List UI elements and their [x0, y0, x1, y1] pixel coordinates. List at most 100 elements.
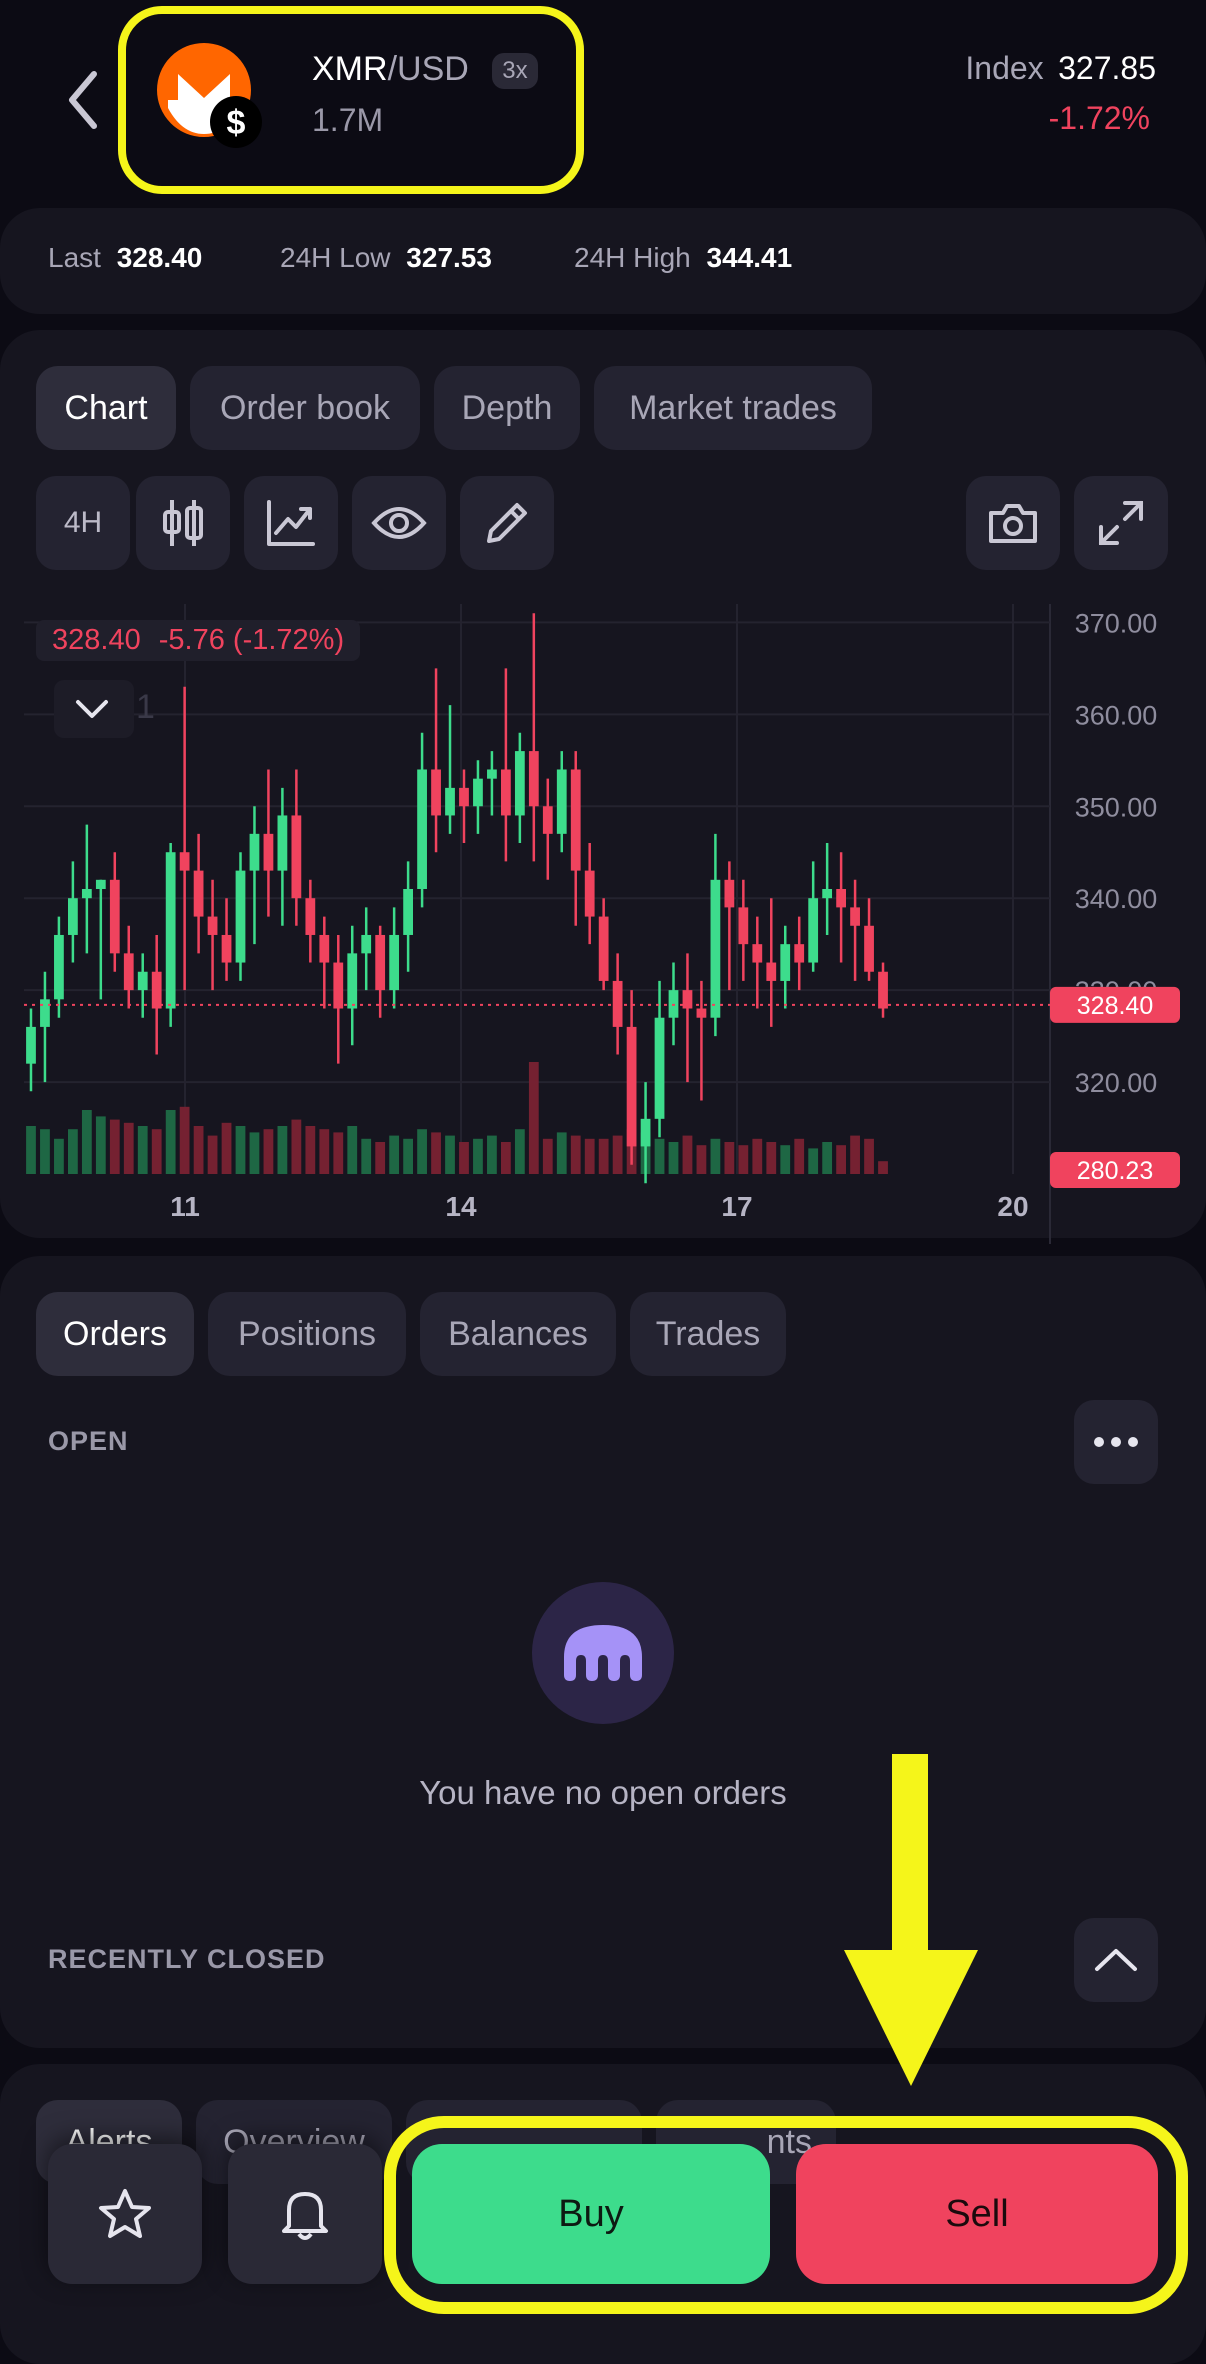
tab-balances[interactable]: Balances — [420, 1292, 616, 1376]
visibility-button[interactable] — [352, 476, 446, 570]
tab-chart[interactable]: Chart — [36, 366, 176, 450]
candle-body — [291, 815, 302, 899]
draw-button[interactable] — [460, 476, 554, 570]
pair-highlight-box — [118, 6, 584, 194]
candle-body — [151, 971, 162, 1009]
tab-depth[interactable]: Depth — [434, 366, 580, 450]
candle-body — [221, 934, 232, 963]
recently-closed-heading: RECENTLY CLOSED — [48, 1944, 326, 1974]
volume-bar — [682, 1135, 693, 1174]
volume-bar — [500, 1142, 511, 1174]
candle-body — [487, 769, 497, 779]
volume-bar — [249, 1132, 260, 1174]
chevron-left-icon — [69, 71, 97, 129]
volume-bar — [822, 1142, 833, 1174]
candle-body — [123, 953, 134, 991]
volume-bar — [556, 1132, 567, 1174]
index-value: 327.85 — [1058, 50, 1156, 86]
tab-order-book[interactable]: Order book — [190, 366, 420, 450]
fullscreen-button[interactable] — [1074, 476, 1168, 570]
price-chart[interactable]: 370.00360.00350.00340.00330.00320.001114… — [0, 604, 1206, 1244]
candle-body — [249, 833, 260, 871]
more-options-button[interactable] — [1074, 1400, 1158, 1484]
trade-buttons-highlight-box — [384, 2116, 1188, 2314]
candle-body — [305, 898, 316, 935]
candle-body — [109, 879, 120, 954]
candle-body — [654, 1017, 665, 1119]
volume-bar — [389, 1135, 400, 1174]
back-button[interactable] — [52, 60, 112, 140]
candle-body — [40, 999, 50, 1027]
volume-bar — [263, 1129, 274, 1174]
candle-body — [864, 925, 874, 972]
candle-body — [193, 870, 204, 917]
volume-bar — [836, 1145, 847, 1174]
volume-bar — [207, 1135, 218, 1174]
tab-trades[interactable]: Trades — [630, 1292, 786, 1376]
volume-bar — [794, 1138, 805, 1174]
low-value: 327.53 — [406, 242, 492, 273]
y-tick-label: 340.00 — [1075, 884, 1158, 914]
screenshot-button[interactable] — [966, 476, 1060, 570]
volume-bar — [165, 1110, 176, 1174]
volume-bar — [123, 1122, 134, 1174]
volume-bar — [235, 1126, 246, 1174]
legend-toggle[interactable]: 1 — [54, 680, 155, 738]
chevron-down-icon — [76, 700, 108, 718]
volume-bar — [361, 1138, 372, 1174]
chart-legend: 328.40 -5.76 (-1.72%) — [36, 620, 361, 661]
candle-body — [375, 934, 386, 991]
volume-bar — [347, 1126, 358, 1174]
candle-body — [584, 870, 595, 917]
y-tick-label: 320.00 — [1075, 1068, 1158, 1098]
candle-body — [26, 1026, 36, 1064]
candle-body — [528, 751, 539, 807]
favorite-button[interactable] — [48, 2144, 202, 2284]
volume-bar — [291, 1119, 302, 1174]
x-tick-label: 20 — [997, 1191, 1028, 1222]
tab-orders[interactable]: Orders — [36, 1292, 194, 1376]
candle-body — [598, 916, 609, 981]
collapse-button[interactable] — [1074, 1918, 1158, 2002]
volume-bar — [417, 1129, 427, 1174]
candle-body — [207, 916, 218, 935]
indicators-icon — [267, 500, 315, 546]
candle-body — [445, 787, 455, 816]
indicators-button[interactable] — [244, 476, 338, 570]
candle-body — [640, 1118, 651, 1147]
chart-type-button[interactable] — [136, 476, 230, 570]
volume-bar — [26, 1126, 36, 1174]
bell-icon — [282, 2192, 328, 2240]
price-change: -1.72% — [1048, 100, 1150, 136]
candle-body — [556, 769, 567, 834]
volume-bar — [808, 1148, 819, 1174]
volume-bar — [766, 1142, 777, 1174]
candle-body — [822, 889, 833, 899]
last-value: 328.40 — [116, 242, 203, 273]
tab-positions[interactable]: Positions — [208, 1292, 406, 1376]
candles-icon — [163, 500, 203, 546]
volume-bar — [81, 1110, 92, 1174]
interval-button[interactable]: 4H — [36, 476, 130, 570]
alert-button[interactable] — [228, 2144, 382, 2284]
volume-bar — [431, 1132, 441, 1174]
eye-icon — [371, 507, 427, 539]
last-label: Last — [48, 242, 101, 273]
candle-body — [179, 852, 190, 871]
candle-body — [780, 944, 791, 981]
volume-bar — [612, 1135, 623, 1174]
series-count: 1 — [136, 688, 155, 726]
volume-bar — [109, 1119, 120, 1174]
volume-bar — [668, 1142, 679, 1174]
candle-body — [431, 769, 441, 816]
candle-body — [514, 751, 525, 816]
candle-body — [710, 879, 721, 1018]
volume-bar — [487, 1135, 497, 1174]
volume-bar — [514, 1129, 525, 1174]
tab-market-trades[interactable]: Market trades — [594, 366, 872, 450]
candle-body — [794, 944, 805, 963]
volume-bar — [179, 1106, 190, 1174]
y-tick-label: 370.00 — [1075, 608, 1158, 638]
candle-body — [836, 889, 847, 908]
volume-bar — [473, 1138, 483, 1174]
